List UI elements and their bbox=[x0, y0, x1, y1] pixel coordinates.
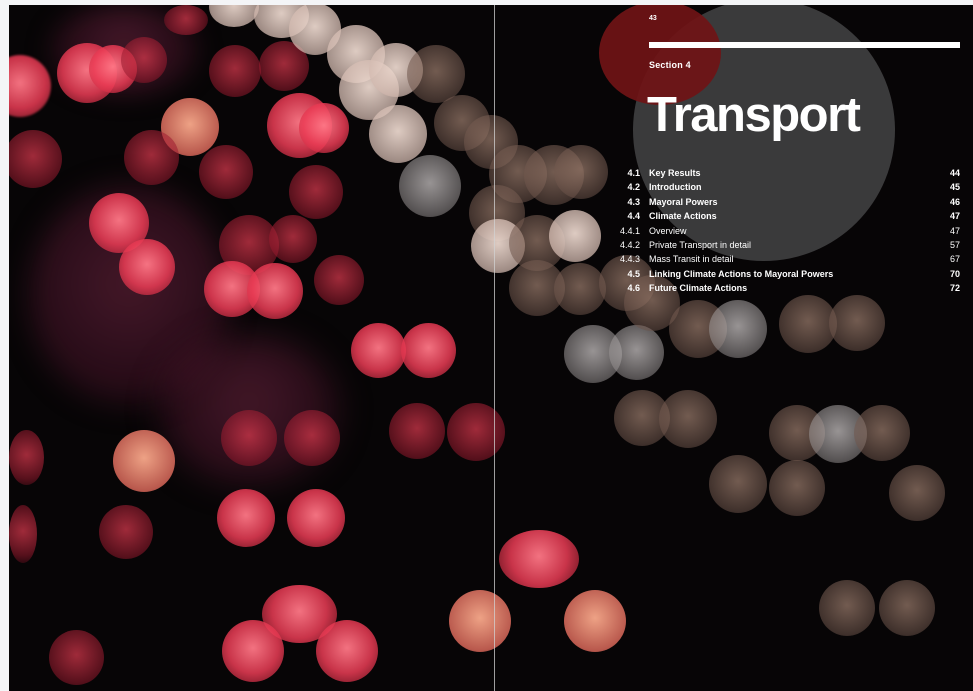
toc-entry-title: Future Climate Actions bbox=[649, 283, 748, 294]
toc-entry-number: 4.1 bbox=[627, 168, 640, 178]
toc-entry-number: 4.4 bbox=[627, 211, 640, 222]
toc-entry-4-4-3[interactable]: 4.4.3 Mass Transit in detail 67 bbox=[609, 252, 960, 266]
section-label: Section 4 bbox=[649, 60, 691, 70]
toc-entry-4-6[interactable]: 4.6 Future Climate Actions 72 bbox=[609, 281, 960, 295]
toc-entry-4-1[interactable]: 4.1 Key Results 44 bbox=[609, 166, 960, 180]
toc-entry-page: 45 bbox=[949, 182, 960, 193]
toc-entry-title: Introduction bbox=[649, 182, 702, 193]
toc-entry-4-3[interactable]: 4.3 Mayoral Powers 46 bbox=[609, 195, 960, 209]
toc-entry-title: Climate Actions bbox=[649, 211, 717, 222]
toc-entry-page: 72 bbox=[949, 283, 960, 294]
toc-entry-4-4-2[interactable]: 4.4.2 Private Transport in detail 57 bbox=[609, 238, 960, 252]
toc-entry-page: 57 bbox=[949, 239, 960, 250]
toc-entry-title: Private Transport in detail bbox=[649, 239, 752, 250]
toc-entry-title: Linking Climate Actions to Mayoral Power… bbox=[649, 268, 834, 279]
document-spread: 43 Section 4 Transport 4.1 Key Results 4… bbox=[9, 5, 973, 691]
table-of-contents: 4.1 Key Results 44 4.2 Introduction 45 4… bbox=[609, 166, 960, 296]
header-rule bbox=[649, 42, 960, 48]
toc-entry-page: 47 bbox=[949, 211, 960, 222]
toc-entry-page: 47 bbox=[949, 225, 960, 236]
toc-entry-page: 67 bbox=[949, 254, 960, 265]
toc-entry-title: Key Results bbox=[649, 168, 701, 178]
toc-entry-number: 4.3 bbox=[627, 196, 640, 207]
toc-entry-4-5[interactable]: 4.5 Linking Climate Actions to Mayoral P… bbox=[609, 267, 960, 281]
toc-entry-page: 46 bbox=[949, 196, 960, 207]
toc-entry-title: Mayoral Powers bbox=[649, 196, 718, 207]
toc-entry-page: 70 bbox=[949, 268, 960, 279]
toc-entry-number: 4.4.2 bbox=[619, 239, 640, 250]
toc-entry-4-4-1[interactable]: 4.4.1 Overview 47 bbox=[609, 224, 960, 238]
toc-entry-number: 4.2 bbox=[627, 182, 640, 193]
toc-entry-page: 44 bbox=[949, 168, 960, 178]
page-fold-line bbox=[494, 5, 495, 691]
toc-entry-4-2[interactable]: 4.2 Introduction 45 bbox=[609, 180, 960, 194]
page-number: 43 bbox=[649, 15, 657, 22]
toc-entry-title: Overview bbox=[649, 225, 687, 236]
toc-entry-4-4[interactable]: 4.4 Climate Actions 47 bbox=[609, 209, 960, 223]
toc-entry-number: 4.6 bbox=[627, 283, 640, 294]
toc-entry-number: 4.5 bbox=[627, 268, 640, 279]
toc-entry-number: 4.4.3 bbox=[619, 254, 640, 265]
toc-entry-number: 4.4.1 bbox=[619, 225, 640, 236]
section-title: Transport bbox=[647, 88, 861, 142]
toc-entry-title: Mass Transit in detail bbox=[649, 254, 734, 265]
